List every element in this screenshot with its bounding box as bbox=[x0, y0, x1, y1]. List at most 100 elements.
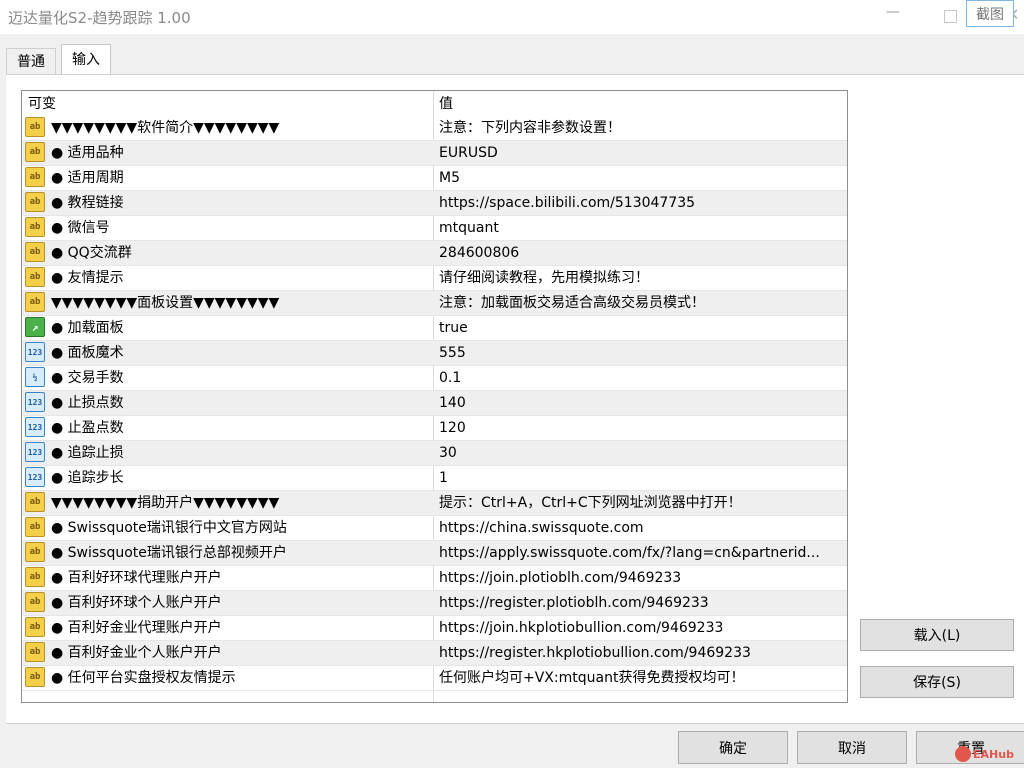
table-row[interactable]: 123 ● 追踪止损 30 bbox=[22, 441, 847, 466]
table-row[interactable]: ab ● QQ交流群 284600806 bbox=[22, 241, 847, 266]
string-icon: ab bbox=[25, 117, 45, 137]
string-icon: ab bbox=[25, 617, 45, 637]
table-row[interactable]: ab ● 百利好金业代理账户开户 https://join.hkplotiobull… bbox=[22, 616, 847, 641]
parameter-name: ● 交易手数 bbox=[51, 370, 124, 386]
string-icon: ab bbox=[25, 142, 45, 162]
parameter-name: ● 加载面板 bbox=[51, 320, 124, 336]
table-row[interactable]: ab ● 百利好环球代理账户开户 https://join.plotioblh.co… bbox=[22, 566, 847, 591]
parameter-name: ● 百利好金业代理账户开户 bbox=[51, 620, 222, 636]
parameter-value[interactable]: EURUSD bbox=[439, 141, 843, 166]
parameter-name: ● 百利好环球代理账户开户 bbox=[51, 570, 222, 586]
parameter-name: ● 止盈点数 bbox=[51, 420, 124, 436]
parameter-value[interactable]: 0.1 bbox=[439, 366, 843, 391]
string-icon: ab bbox=[25, 192, 45, 212]
integer-icon: 123 bbox=[25, 467, 45, 487]
integer-icon: 123 bbox=[25, 392, 45, 412]
integer-icon: 123 bbox=[25, 417, 45, 437]
bool-icon: ↗ bbox=[25, 317, 45, 337]
string-icon: ab bbox=[25, 667, 45, 687]
watermark: EAHub bbox=[955, 744, 1019, 764]
parameter-value[interactable]: https://join.hkplotiobullion.com/9469233 bbox=[439, 616, 843, 641]
parameter-value[interactable]: true bbox=[439, 316, 843, 341]
parameter-value[interactable]: 任何账户均可+VX:mtquant获得免费授权均可！ bbox=[439, 666, 843, 691]
parameter-name: ▼▼▼▼▼▼▼▼软件简介▼▼▼▼▼▼▼▼ bbox=[51, 120, 280, 136]
parameter-name: ● 面板魔术 bbox=[51, 345, 124, 361]
parameter-name: ● Swissquote瑞讯银行中文官方网站 bbox=[51, 520, 287, 536]
parameter-value[interactable]: 140 bbox=[439, 391, 843, 416]
table-row[interactable]: ab ● 百利好金业个人账户开户 https://register.hkplotio… bbox=[22, 641, 847, 666]
maximize-button[interactable] bbox=[944, 10, 957, 23]
parameter-name: ● QQ交流群 bbox=[51, 245, 132, 261]
parameter-value[interactable]: https://space.bilibili.com/513047735 bbox=[439, 191, 843, 216]
table-row[interactable]: ab ● 百利好环球个人账户开户 https://register.plotiobl… bbox=[22, 591, 847, 616]
parameter-name: ● 任何平台实盘授权友情提示 bbox=[51, 670, 236, 686]
parameter-value[interactable]: https://register.plotioblh.com/9469233 bbox=[439, 591, 843, 616]
parameter-name: ▼▼▼▼▼▼▼▼面板设置▼▼▼▼▼▼▼▼ bbox=[51, 295, 280, 311]
parameter-name: ● 百利好环球个人账户开户 bbox=[51, 595, 222, 611]
table-row[interactable]: ab ▼▼▼▼▼▼▼▼捐助开户▼▼▼▼▼▼▼▼ 提示：Ctrl+A，Ctrl+C下列… bbox=[22, 491, 847, 516]
column-header-variable[interactable]: 可变 bbox=[28, 91, 56, 116]
string-icon: ab bbox=[25, 242, 45, 262]
parameter-value[interactable]: 注意：加载面板交易适合高级交易员模式！ bbox=[439, 291, 843, 316]
ok-button[interactable]: 确定 bbox=[678, 731, 788, 764]
table-row[interactable]: 123 ● 止损点数 140 bbox=[22, 391, 847, 416]
save-button[interactable]: 保存(S) bbox=[860, 666, 1014, 698]
watermark-text: EAHub bbox=[973, 747, 1014, 761]
parameter-value[interactable]: 30 bbox=[439, 441, 843, 466]
parameter-value[interactable]: 1 bbox=[439, 466, 843, 491]
parameter-value[interactable]: 120 bbox=[439, 416, 843, 441]
screenshot-button[interactable]: 截图 bbox=[966, 0, 1014, 27]
parameter-name: ● 追踪步长 bbox=[51, 470, 124, 486]
table-row[interactable]: ab ● 任何平台实盘授权友情提示 任何账户均可+VX:mtquant获得免费授权均… bbox=[22, 666, 847, 691]
column-header-value[interactable]: 值 bbox=[439, 91, 453, 116]
table-row[interactable]: ab ● 适用周期 M5 bbox=[22, 166, 847, 191]
string-icon: ab bbox=[25, 642, 45, 662]
table-row[interactable]: ↗ ● 加载面板 true bbox=[22, 316, 847, 341]
parameter-value[interactable]: mtquant bbox=[439, 216, 843, 241]
watermark-logo-icon bbox=[955, 746, 971, 762]
table-row[interactable]: 123 ● 止盈点数 120 bbox=[22, 416, 847, 441]
table-row[interactable]: 123 ● 追踪步长 1 bbox=[22, 466, 847, 491]
tab-common[interactable]: 普通 bbox=[6, 48, 56, 75]
parameter-value[interactable]: 请仔细阅读教程，先用模拟练习！ bbox=[439, 266, 843, 291]
parameter-value[interactable]: 555 bbox=[439, 341, 843, 366]
string-icon: ab bbox=[25, 517, 45, 537]
integer-icon: 123 bbox=[25, 442, 45, 462]
parameter-name: ● 止损点数 bbox=[51, 395, 124, 411]
parameter-value[interactable]: M5 bbox=[439, 166, 843, 191]
string-icon: ab bbox=[25, 292, 45, 312]
table-row[interactable]: ab ● 微信号 mtquant bbox=[22, 216, 847, 241]
table-row[interactable]: ab ● Swissquote瑞讯银行中文官方网站 https://china.sw… bbox=[22, 516, 847, 541]
parameter-value[interactable]: https://register.hkplotiobullion.com/946… bbox=[439, 641, 843, 666]
table-row[interactable]: ab ● 教程链接 https://space.bilibili.com/51304… bbox=[22, 191, 847, 216]
parameter-name: ● 追踪止损 bbox=[51, 445, 124, 461]
parameters-grid: 可变 值 ab ▼▼▼▼▼▼▼▼软件简介▼▼▼▼▼▼▼▼ 注意：下列内容非参数设置！… bbox=[21, 90, 848, 703]
string-icon: ab bbox=[25, 217, 45, 237]
string-icon: ab bbox=[25, 167, 45, 187]
parameter-name: ● 微信号 bbox=[51, 220, 110, 236]
string-icon: ab bbox=[25, 567, 45, 587]
minimize-button[interactable]: — bbox=[886, 4, 900, 20]
parameter-value[interactable]: https://apply.swissquote.com/fx/?lang=cn… bbox=[439, 541, 843, 566]
table-row[interactable]: ab ▼▼▼▼▼▼▼▼软件简介▼▼▼▼▼▼▼▼ 注意：下列内容非参数设置！ bbox=[22, 116, 847, 141]
load-button[interactable]: 载入(L) bbox=[860, 619, 1014, 651]
parameter-value[interactable]: https://china.swissquote.com bbox=[439, 516, 843, 541]
title-bar: 迈达量化S2-趋势跟踪 1.00 — ✕ 截图 bbox=[0, 0, 1024, 34]
parameter-value[interactable]: https://join.plotioblh.com/9469233 bbox=[439, 566, 843, 591]
cancel-button[interactable]: 取消 bbox=[797, 731, 907, 764]
table-row[interactable]: ab ● 适用品种 EURUSD bbox=[22, 141, 847, 166]
table-row[interactable]: 123 ● 面板魔术 555 bbox=[22, 341, 847, 366]
parameter-name: ● Swissquote瑞讯银行总部视频开户 bbox=[51, 545, 287, 561]
table-row[interactable]: ab ● 友情提示 请仔细阅读教程，先用模拟练习！ bbox=[22, 266, 847, 291]
fraction-icon: ½ bbox=[25, 367, 45, 387]
parameter-name: ▼▼▼▼▼▼▼▼捐助开户▼▼▼▼▼▼▼▼ bbox=[51, 495, 280, 511]
string-icon: ab bbox=[25, 492, 45, 512]
table-row[interactable]: ½ ● 交易手数 0.1 bbox=[22, 366, 847, 391]
table-row[interactable]: ab ● Swissquote瑞讯银行总部视频开户 https://apply.sw… bbox=[22, 541, 847, 566]
table-row[interactable]: ab ▼▼▼▼▼▼▼▼面板设置▼▼▼▼▼▼▼▼ 注意：加载面板交易适合高级交易员模式… bbox=[22, 291, 847, 316]
parameter-value[interactable]: 注意：下列内容非参数设置！ bbox=[439, 116, 843, 141]
parameter-name: ● 教程链接 bbox=[51, 195, 124, 211]
parameter-value[interactable]: 284600806 bbox=[439, 241, 843, 266]
parameter-value[interactable]: 提示：Ctrl+A，Ctrl+C下列网址浏览器中打开！ bbox=[439, 491, 843, 516]
tab-inputs[interactable]: 输入 bbox=[61, 44, 111, 76]
